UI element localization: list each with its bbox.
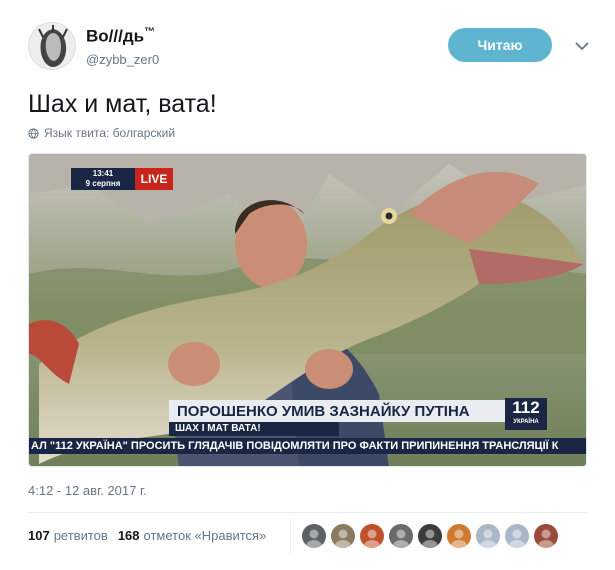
- liker-avatar[interactable]: [389, 524, 413, 548]
- divider-top: [28, 512, 587, 513]
- broadcast-clock: 13:41 9 серпня: [71, 168, 135, 190]
- channel-name: УКРАЇНА: [513, 419, 539, 425]
- retweets-stat[interactable]: 107 ретвитов: [28, 528, 108, 543]
- liker-avatar[interactable]: [331, 524, 355, 548]
- liker-avatar[interactable]: [476, 524, 500, 548]
- likes-stat[interactable]: 168 отметок «Нравится»: [118, 528, 267, 543]
- retweets-count: 107: [28, 528, 50, 543]
- display-name[interactable]: Во///дь™: [86, 26, 155, 47]
- live-badge: LIVE: [135, 168, 173, 190]
- tweet-language: Язык твита: болгарский: [28, 126, 175, 140]
- liker-avatar[interactable]: [302, 524, 326, 548]
- likers-avatars: [302, 524, 558, 548]
- language-label: Язык твита: болгарский: [44, 126, 176, 140]
- stats-separator: [290, 518, 291, 554]
- liker-avatar[interactable]: [447, 524, 471, 548]
- tweet-stats: 107 ретвитов 168 отметок «Нравится»: [28, 528, 276, 543]
- news-ticker: АЛ "112 УКРАЇНА" ПРОСИТЬ ГЛЯДАЧІВ ПОВІДО…: [29, 438, 586, 454]
- tweet-media-image[interactable]: 13:41 9 серпня LIVE ПОРОШЕНКО УМИВ ЗАЗНА…: [28, 153, 587, 467]
- liker-avatar[interactable]: [418, 524, 442, 548]
- follow-button[interactable]: Читаю: [448, 28, 552, 62]
- liker-avatar[interactable]: [505, 524, 529, 548]
- user-avatar[interactable]: [28, 22, 76, 70]
- chevron-down-icon[interactable]: [572, 36, 592, 56]
- tweet-timestamp[interactable]: 4:12 - 12 авг. 2017 г.: [28, 483, 147, 498]
- broadcast-time: 13:41: [92, 169, 114, 178]
- globe-icon: [28, 127, 39, 139]
- retweets-label: ретвитов: [53, 528, 108, 543]
- liker-avatar[interactable]: [360, 524, 384, 548]
- broadcast-subhead: ШАХ І МАТ ВАТА!: [169, 422, 339, 436]
- tweet-header: Во///дь™ @zybb_zer0 Читаю: [28, 22, 593, 74]
- channel-number: 112: [512, 398, 540, 417]
- channel-logo: 112 УКРАЇНА: [505, 398, 547, 430]
- username[interactable]: @zybb_zer0: [86, 52, 159, 67]
- broadcast-date: 9 серпня: [85, 179, 121, 188]
- liker-avatar[interactable]: [534, 524, 558, 548]
- broadcast-headline: ПОРОШЕНКО УМИВ ЗАЗНАЙКУ ПУТІНА: [169, 400, 519, 422]
- likes-count: 168: [117, 528, 140, 543]
- likes-label: отметок «Нравится»: [143, 528, 267, 543]
- tweet-text: Шах и мат, вата!: [28, 90, 217, 118]
